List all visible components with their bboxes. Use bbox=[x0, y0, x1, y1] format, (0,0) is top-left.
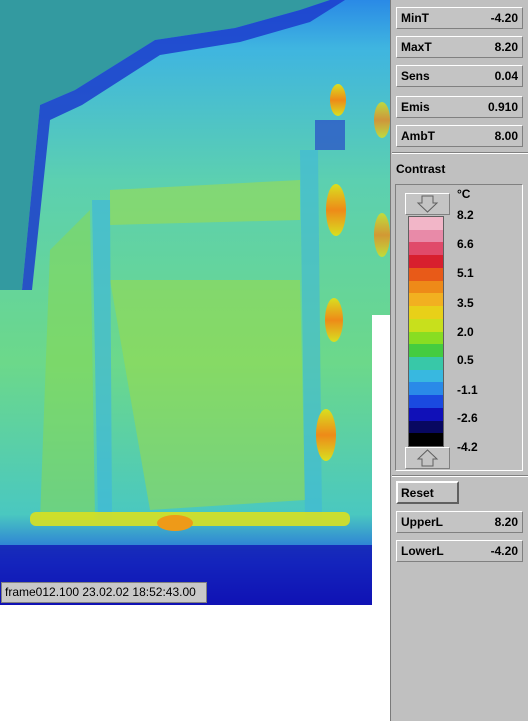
field-value: 8.20 bbox=[494, 515, 518, 529]
scale-tick-label: 2.0 bbox=[457, 325, 474, 339]
field-value: 8.20 bbox=[494, 40, 518, 54]
field-label: UpperL bbox=[401, 515, 443, 529]
scale-tick-label: -4.2 bbox=[457, 440, 478, 454]
divider bbox=[392, 475, 528, 477]
field-label: MinT bbox=[401, 11, 429, 25]
field-value: 0.910 bbox=[487, 100, 518, 114]
hotspot bbox=[325, 298, 343, 342]
hotspot bbox=[316, 409, 336, 461]
divider bbox=[392, 152, 528, 154]
field-label: AmbT bbox=[401, 129, 435, 143]
scale-tick-label: -1.1 bbox=[457, 383, 478, 397]
color-swatch bbox=[409, 267, 443, 282]
color-swatch bbox=[409, 369, 443, 383]
field-label: Sens bbox=[401, 69, 430, 83]
hotspot bbox=[326, 184, 346, 236]
arrow-down-icon bbox=[416, 195, 439, 213]
field-emis: Emis 0.910 bbox=[396, 96, 523, 118]
scale-tick-label: 5.1 bbox=[457, 266, 474, 280]
scale-tick-label: 8.2 bbox=[457, 208, 474, 222]
color-bar bbox=[408, 216, 444, 447]
color-swatch bbox=[409, 255, 443, 269]
color-swatch bbox=[409, 293, 443, 307]
contrast-title: Contrast bbox=[396, 162, 446, 176]
frame-info-label: frame012.100 23.02.02 18:52:43.00 bbox=[1, 582, 207, 603]
field-value: -4.20 bbox=[490, 544, 518, 558]
scale-tick-label: 0.5 bbox=[457, 353, 474, 367]
color-swatch bbox=[409, 229, 443, 243]
color-swatch bbox=[409, 382, 443, 396]
field-value: 0.04 bbox=[494, 69, 518, 83]
control-panel: MinT -4.20 MaxT 8.20 Sens 0.04 Emis 0.91… bbox=[390, 0, 528, 721]
field-label: MaxT bbox=[401, 40, 432, 54]
color-swatch bbox=[409, 395, 443, 409]
unit-label: °C bbox=[457, 187, 471, 201]
color-swatch bbox=[409, 433, 443, 447]
color-swatch bbox=[409, 356, 443, 371]
field-maxt: MaxT 8.20 bbox=[396, 36, 523, 58]
field-sens: Sens 0.04 bbox=[396, 65, 523, 87]
field-ambt: AmbT 8.00 bbox=[396, 125, 523, 147]
color-swatch bbox=[409, 331, 443, 345]
field-mint: MinT -4.20 bbox=[396, 7, 523, 29]
color-swatch bbox=[409, 318, 443, 332]
scale-tick-label: -2.6 bbox=[457, 411, 478, 425]
scale-up-button[interactable] bbox=[405, 447, 450, 469]
thermal-image-viewport: frame012.100 23.02.02 18:52:43.00 bbox=[0, 0, 390, 605]
color-swatch bbox=[409, 407, 443, 422]
hotspot bbox=[330, 84, 346, 116]
color-swatch bbox=[409, 217, 443, 231]
color-swatch bbox=[409, 306, 443, 320]
scale-tick-label: 6.6 bbox=[457, 237, 474, 251]
scale-down-button[interactable] bbox=[405, 193, 450, 215]
arrow-up-icon bbox=[416, 449, 439, 467]
field-label: LowerL bbox=[401, 544, 444, 558]
thermal-image bbox=[0, 0, 390, 605]
field-label: Emis bbox=[401, 100, 430, 114]
field-value: 8.00 bbox=[494, 129, 518, 143]
color-swatch bbox=[409, 242, 443, 256]
color-swatch bbox=[409, 344, 443, 358]
color-swatch bbox=[409, 280, 443, 294]
color-swatch bbox=[409, 420, 443, 434]
field-lowerl: LowerL -4.20 bbox=[396, 540, 523, 562]
reset-button[interactable]: Reset bbox=[396, 481, 459, 504]
scale-tick-label: 3.5 bbox=[457, 296, 474, 310]
field-upperl: UpperL 8.20 bbox=[396, 511, 523, 533]
field-value: -4.20 bbox=[490, 11, 518, 25]
